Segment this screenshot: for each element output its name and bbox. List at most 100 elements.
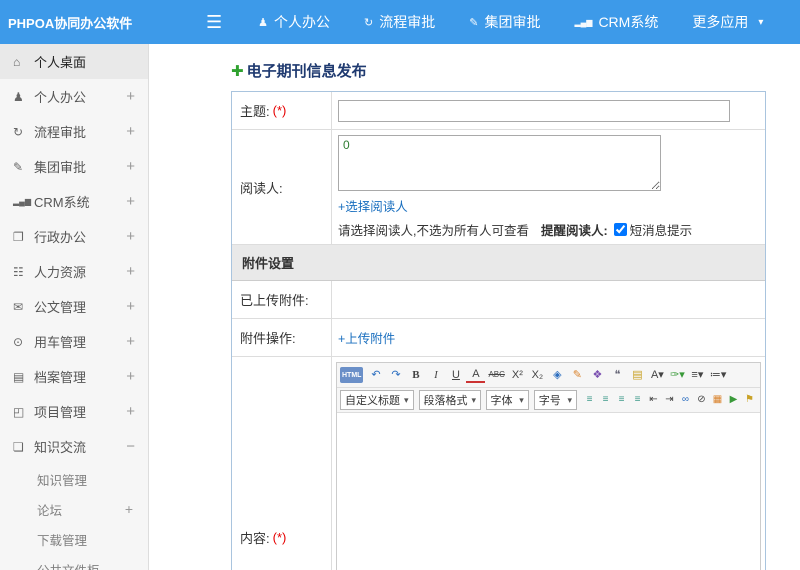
underline-button[interactable]: U: [446, 365, 465, 385]
project-icon: ◰: [13, 404, 25, 419]
expand-toggle[interactable]: +: [126, 403, 135, 420]
readers-label: 阅读人:: [240, 180, 283, 196]
bullet-list-dropdown[interactable]: ≡▾: [688, 365, 707, 385]
sidebar-item-label: 集团审批: [34, 160, 87, 175]
sidebar-item-crm-system[interactable]: ▂▄▆ CRM系统 +: [0, 184, 148, 219]
forecolor-dropdown[interactable]: A▾: [648, 365, 667, 385]
expand-toggle[interactable]: +: [126, 368, 135, 385]
outdent-button[interactable]: ⇤: [646, 390, 661, 410]
nav-personal-office[interactable]: ♟ 个人办公: [258, 12, 330, 32]
blockquote-button[interactable]: ❝: [608, 365, 627, 385]
italic-button[interactable]: I: [426, 365, 445, 385]
expand-toggle[interactable]: +: [126, 193, 135, 210]
sidebar-item-workflow-approval[interactable]: ↻ 流程审批 +: [0, 114, 148, 149]
nav-workflow-approval[interactable]: ↻ 流程审批: [364, 12, 435, 32]
content-value-cell: HTML ↶ ↷ B I U A ABC X² X₂ ◈ ✎ ❖ ❝ ▤ A▾ …: [332, 357, 765, 570]
nav-group-approval[interactable]: ✎ 集团审批: [469, 12, 540, 32]
sidebar-item-human-resources[interactable]: ☷ 人力资源 +: [0, 254, 148, 289]
operation-value-cell: +上传附件: [332, 319, 765, 356]
chat-icon: ❏: [13, 439, 24, 454]
paint-button[interactable]: ❖: [588, 365, 607, 385]
hamburger-menu-icon[interactable]: ☰: [206, 13, 222, 31]
car-icon: ⊙: [13, 334, 24, 349]
sidebar-item-admin-office[interactable]: ❐ 行政办公 +: [0, 219, 148, 254]
link-button[interactable]: ∞: [678, 390, 693, 410]
unlink-button[interactable]: ⊘: [694, 390, 709, 410]
ordered-list-dropdown[interactable]: ≔▾: [708, 365, 729, 385]
expand-toggle[interactable]: +: [126, 263, 135, 280]
readers-value-cell: 0 +选择阅读人 请选择阅读人,不选为所有人可查看 提醒阅读人: 短消息提示: [332, 130, 765, 244]
media-button[interactable]: ▶: [726, 390, 741, 410]
collapse-toggle[interactable]: −: [126, 438, 135, 455]
edit-icon: ✎: [469, 16, 479, 29]
bold-button[interactable]: B: [406, 365, 425, 385]
expand-toggle[interactable]: +: [126, 228, 135, 245]
remind-readers-label: 提醒阅读人:: [540, 224, 608, 238]
redo-button[interactable]: ↷: [386, 365, 405, 385]
uploaded-attachments-value: [332, 281, 765, 318]
indent-button[interactable]: ⇥: [662, 390, 677, 410]
chevron-down-icon: ▾: [519, 394, 524, 405]
map-button[interactable]: ⚑: [742, 390, 757, 410]
sidebar-item-personal-office[interactable]: ♟ 个人办公 +: [0, 79, 148, 114]
nav-label: 流程审批: [379, 14, 436, 30]
heading-select[interactable]: 自定义标题 ▾: [340, 390, 414, 410]
sms-notify-checkbox[interactable]: [613, 223, 627, 236]
sidebar-sub-public-file-cabinet[interactable]: 公共文件柜: [0, 554, 148, 570]
align-left-button[interactable]: ≡: [582, 390, 597, 410]
person-icon: ♟: [258, 16, 269, 29]
chevron-down-icon: ▾: [404, 394, 409, 405]
sidebar-item-document-management[interactable]: ✉ 公文管理 +: [0, 289, 148, 324]
expand-toggle[interactable]: +: [125, 501, 133, 517]
sidebar-sub-knowledge-management[interactable]: 知识管理: [0, 464, 148, 494]
attachment-operation-label: 附件操作:: [240, 331, 296, 346]
sidebar-item-archive-management[interactable]: ▤ 档案管理 +: [0, 359, 148, 394]
remove-format-button[interactable]: ◈: [548, 365, 567, 385]
expand-toggle[interactable]: +: [126, 333, 135, 350]
nav-crm-system[interactable]: ▂▄▆ CRM系统: [574, 12, 658, 32]
upload-attachment-link[interactable]: +上传附件: [338, 328, 395, 347]
font-family-select[interactable]: 字体 ▾: [485, 390, 529, 410]
undo-button[interactable]: ↶: [366, 365, 385, 385]
emotion-button[interactable]: ▤: [628, 365, 647, 385]
expand-toggle[interactable]: +: [126, 88, 135, 105]
sidebar-item-label: 流程审批: [34, 125, 87, 140]
uploaded-attachments-label: 已上传附件:: [240, 293, 309, 308]
sidebar-sub-forum[interactable]: 论坛 +: [0, 494, 148, 524]
superscript-button[interactable]: X²: [508, 365, 527, 385]
expand-toggle[interactable]: +: [126, 298, 135, 315]
expand-toggle[interactable]: +: [126, 158, 135, 175]
sidebar-item-project-management[interactable]: ◰ 项目管理 +: [0, 394, 148, 429]
align-right-button[interactable]: ≡: [614, 390, 629, 410]
sidebar-sub-label: 论坛: [37, 503, 63, 518]
flow-icon: ↻: [13, 124, 24, 139]
sidebar-item-personal-desktop[interactable]: ⌂ 个人桌面: [0, 44, 148, 79]
chart-icon: ▂▄▆: [13, 197, 31, 206]
sidebar-item-label: 行政办公: [34, 230, 87, 245]
readers-textarea[interactable]: 0: [338, 135, 661, 191]
font-size-select[interactable]: 字号 ▾: [533, 390, 577, 410]
chevron-down-icon: ▾: [567, 394, 572, 405]
subject-input[interactable]: [338, 99, 730, 122]
format-painter-button[interactable]: ✎: [568, 365, 587, 385]
select-readers-link[interactable]: +选择阅读人: [338, 196, 408, 215]
editor-content-area[interactable]: [337, 413, 760, 570]
main-content: ✚ 电子期刊信息发布 主题: (*) 阅读人: 0 +选择阅读人 请选择阅读人,…: [150, 44, 800, 570]
sidebar-item-group-approval[interactable]: ✎ 集团审批 +: [0, 149, 148, 184]
paragraph-select[interactable]: 段落格式 ▾: [418, 390, 481, 410]
sidebar-sub-download-management[interactable]: 下载管理: [0, 524, 148, 554]
sidebar-item-vehicle-management[interactable]: ⊙ 用车管理 +: [0, 324, 148, 359]
subject-row: 主题: (*): [232, 92, 765, 130]
plus-icon: ✚: [231, 62, 244, 80]
align-justify-button[interactable]: ≡: [630, 390, 645, 410]
nav-more-apps[interactable]: 更多应用 ▾: [692, 12, 763, 32]
font-color-button[interactable]: A: [466, 367, 486, 383]
backcolor-dropdown[interactable]: ✑▾: [668, 365, 687, 385]
expand-toggle[interactable]: +: [126, 123, 135, 140]
subscript-button[interactable]: X₂: [528, 365, 547, 385]
strikethrough-button[interactable]: ABC: [486, 365, 506, 385]
align-center-button[interactable]: ≡: [598, 390, 613, 410]
sidebar-item-knowledge-exchange[interactable]: ❏ 知识交流 −: [0, 429, 148, 464]
image-button[interactable]: ▦: [710, 390, 725, 410]
html-source-button[interactable]: HTML: [340, 367, 364, 383]
